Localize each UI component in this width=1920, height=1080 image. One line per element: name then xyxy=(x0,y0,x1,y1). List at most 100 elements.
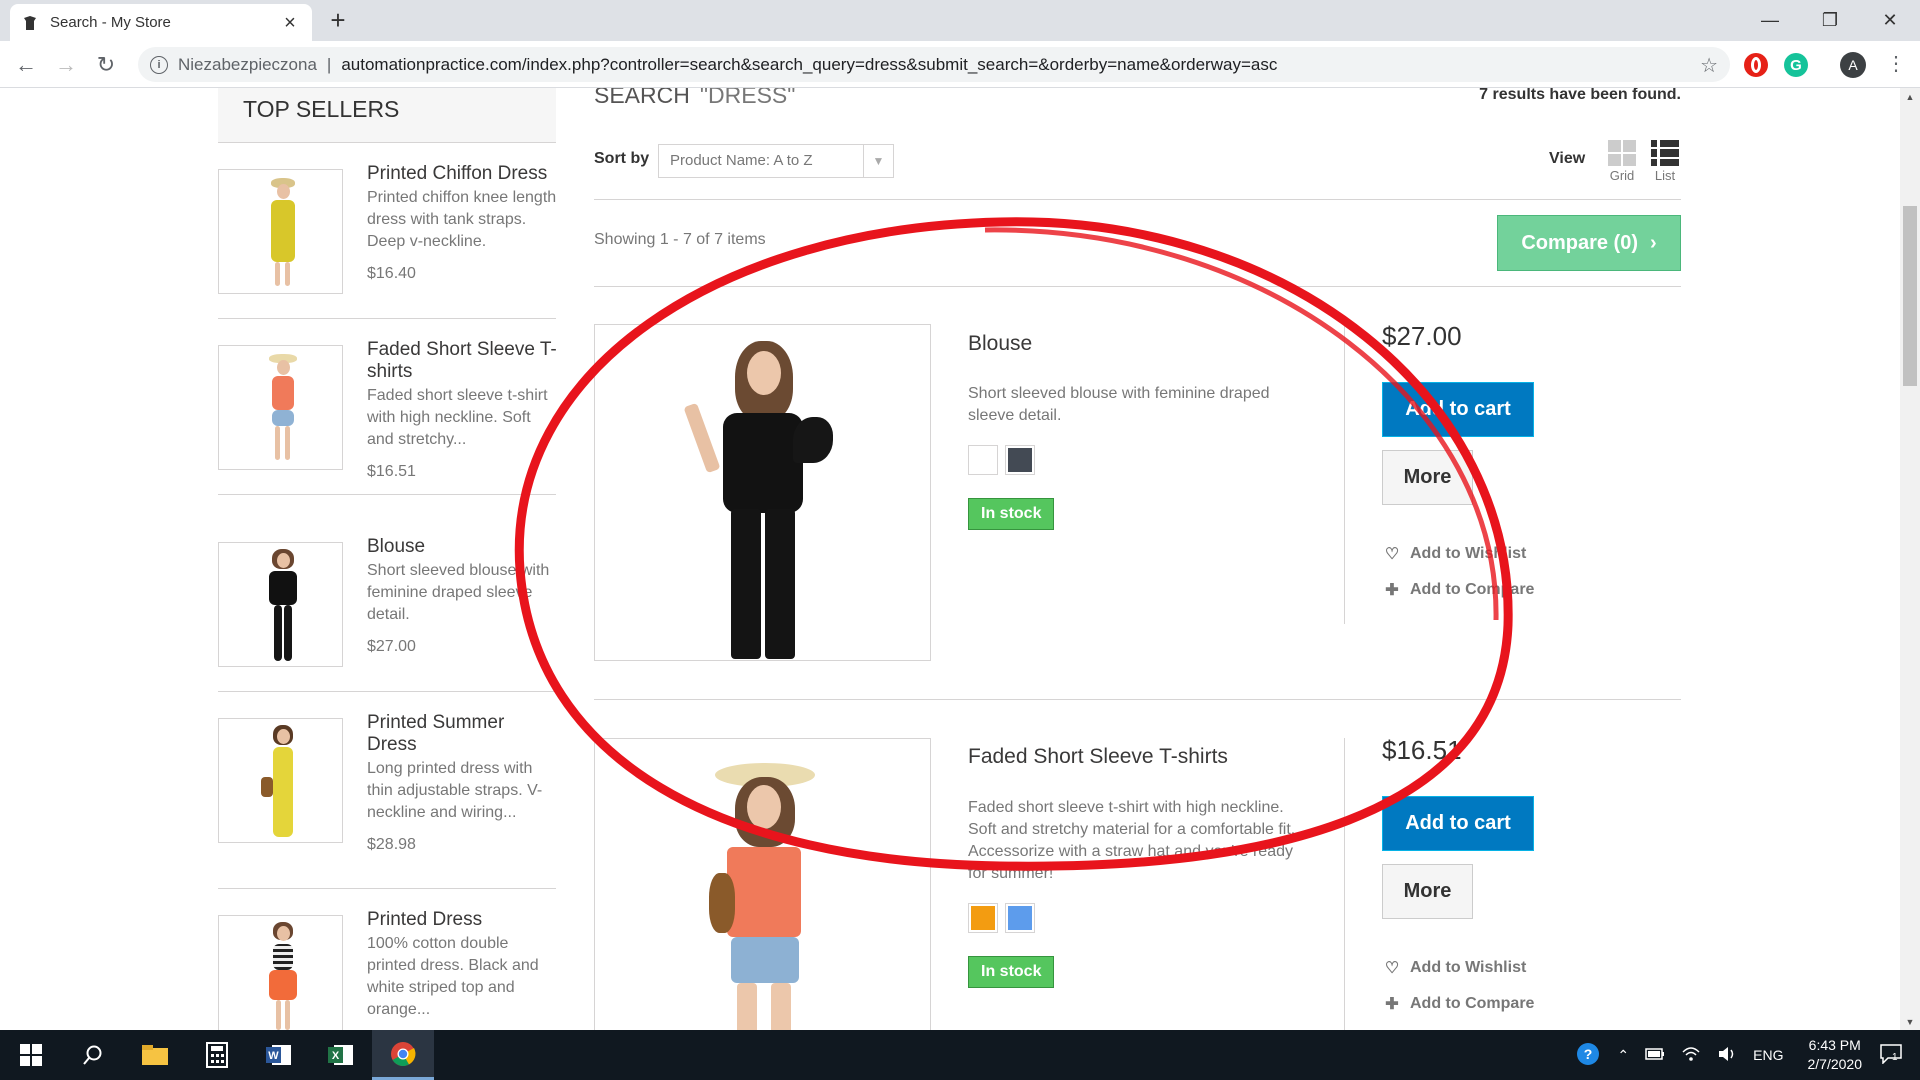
notifications-icon[interactable]: 1 xyxy=(1880,1043,1902,1067)
add-to-cart-button[interactable]: Add to cart xyxy=(1382,382,1534,437)
scroll-thumb[interactable] xyxy=(1903,206,1917,386)
add-to-wishlist-link[interactable]: ♡ Add to Wishlist xyxy=(1382,544,1526,564)
minimize-icon[interactable]: — xyxy=(1740,0,1800,41)
view-label: View xyxy=(1549,150,1586,167)
address-bar[interactable]: i Niezabezpieczona | automationpractice.… xyxy=(138,47,1730,82)
grammarly-extension-icon[interactable]: G xyxy=(1784,53,1808,77)
address-separator: | xyxy=(326,54,332,74)
top-seller-info: Faded Short Sleeve T-shirts Faded short … xyxy=(367,339,557,481)
top-seller-name[interactable]: Blouse xyxy=(367,536,557,558)
info-icon[interactable]: i xyxy=(150,55,168,74)
browser-tab[interactable]: Search - My Store × xyxy=(10,4,312,41)
divider xyxy=(1344,738,1345,1030)
product-thumbnail[interactable] xyxy=(218,915,343,1030)
calculator-icon[interactable] xyxy=(186,1030,248,1080)
top-seller-info: Printed Dress 100% cotton double printed… xyxy=(367,909,557,1021)
language-indicator[interactable]: ENG xyxy=(1753,1047,1783,1063)
window-controls: — ❐ ✕ xyxy=(1740,0,1920,41)
more-button[interactable]: More xyxy=(1382,864,1473,919)
notification-count: 1 xyxy=(1892,1051,1898,1063)
results-count: 7 results have been found. xyxy=(1479,88,1681,103)
product-thumbnail[interactable] xyxy=(218,169,343,294)
page-scrollbar[interactable]: ▲ ▼ xyxy=(1900,88,1920,1030)
add-to-compare-link[interactable]: ✚ Add to Compare xyxy=(1382,580,1534,600)
top-seller-name[interactable]: Printed Dress xyxy=(367,909,557,931)
compare-link-label: Add to Compare xyxy=(1410,995,1535,1012)
profile-avatar[interactable]: A xyxy=(1840,52,1866,78)
page-title: SEARCH "DRESS" xyxy=(594,88,795,109)
search-icon[interactable] xyxy=(62,1030,124,1080)
divider xyxy=(218,691,556,692)
top-seller-name[interactable]: Faded Short Sleeve T-shirts xyxy=(367,339,557,383)
divider xyxy=(218,494,556,495)
view-grid-label: Grid xyxy=(1609,168,1635,183)
list-icon xyxy=(1651,140,1679,167)
top-seller-name[interactable]: Printed Summer Dress xyxy=(367,712,557,756)
wishlist-label: Add to Wishlist xyxy=(1410,545,1527,562)
top-seller-info: Blouse Short sleeved blouse with feminin… xyxy=(367,536,557,656)
product-image[interactable] xyxy=(594,738,931,1030)
excel-icon[interactable]: X xyxy=(310,1030,372,1080)
divider xyxy=(594,199,1681,200)
product-name[interactable]: Faded Short Sleeve T-shirts xyxy=(968,745,1228,769)
top-seller-name[interactable]: Printed Chiffon Dress xyxy=(367,163,557,185)
sort-select[interactable]: Product Name: A to Z ▼ xyxy=(658,144,894,178)
top-sellers-title[interactable]: TOP SELLERS xyxy=(218,88,556,143)
add-to-cart-button[interactable]: Add to cart xyxy=(1382,796,1534,851)
view-list-button[interactable]: List xyxy=(1648,140,1682,183)
product-name[interactable]: Blouse xyxy=(968,332,1032,356)
reload-icon[interactable]: ↻ xyxy=(94,52,118,77)
browser-menu-icon[interactable]: ⋮ xyxy=(1886,54,1906,74)
windows-start-icon[interactable] xyxy=(0,1030,62,1080)
close-tab-icon[interactable]: × xyxy=(280,13,300,33)
clock-time: 6:43 PM xyxy=(1808,1037,1861,1053)
search-query: "DRESS" xyxy=(699,88,796,108)
clock[interactable]: 6:43 PM 2/7/2020 xyxy=(1808,1036,1863,1074)
chrome-icon[interactable] xyxy=(372,1030,434,1080)
color-swatch-orange[interactable] xyxy=(968,903,998,933)
battery-icon[interactable] xyxy=(1645,1047,1665,1063)
color-swatch-white[interactable] xyxy=(968,445,998,475)
color-swatch-blue[interactable] xyxy=(1005,903,1035,933)
add-to-compare-link[interactable]: ✚ Add to Compare xyxy=(1382,994,1534,1014)
scroll-down-icon[interactable]: ▼ xyxy=(1900,1013,1920,1030)
search-label: SEARCH xyxy=(594,88,690,108)
product-thumbnail[interactable] xyxy=(218,718,343,843)
view-grid-button[interactable]: Grid xyxy=(1605,140,1639,183)
forward-icon[interactable]: → xyxy=(54,52,78,77)
add-to-wishlist-link[interactable]: ♡ Add to Wishlist xyxy=(1382,958,1526,978)
page-content: TOP SELLERS Printed Chiffon Dress Printe… xyxy=(0,88,1900,1030)
word-icon[interactable]: W xyxy=(248,1030,310,1080)
product-description: Short sleeved blouse with feminine drape… xyxy=(968,385,1270,424)
view-list-label: List xyxy=(1654,168,1676,183)
help-icon[interactable]: ? xyxy=(1575,1041,1601,1070)
product-thumbnail[interactable] xyxy=(218,345,343,470)
color-swatch-dark[interactable] xyxy=(1005,445,1035,475)
chevron-down-icon[interactable]: ▼ xyxy=(863,145,893,177)
url-text[interactable]: automationpractice.com/index.php?control… xyxy=(341,55,1277,75)
new-tab-icon[interactable]: + xyxy=(326,7,350,33)
more-button[interactable]: More xyxy=(1382,450,1473,505)
product-thumbnail[interactable] xyxy=(218,542,343,667)
svg-text:X: X xyxy=(332,1050,340,1062)
scroll-up-icon[interactable]: ▲ xyxy=(1900,88,1920,105)
close-window-icon[interactable]: ✕ xyxy=(1860,0,1920,41)
compare-button[interactable]: Compare (0) › xyxy=(1497,215,1681,271)
top-seller-price: $16.40 xyxy=(367,265,416,282)
volume-icon[interactable] xyxy=(1717,1046,1737,1065)
top-seller-desc: 100% cotton double printed dress. Black … xyxy=(367,935,539,1018)
divider xyxy=(1344,324,1345,624)
bookmark-star-icon[interactable]: ☆ xyxy=(1700,53,1718,78)
sort-label: Sort by xyxy=(594,150,650,167)
compare-label: Compare (0) xyxy=(1521,231,1639,254)
opera-extension-icon[interactable] xyxy=(1744,53,1768,77)
chevron-up-icon[interactable]: ⌃ xyxy=(1617,1047,1629,1064)
back-icon[interactable]: ← xyxy=(14,52,38,77)
wifi-icon[interactable] xyxy=(1681,1046,1701,1065)
restore-icon[interactable]: ❐ xyxy=(1800,0,1860,41)
svg-text:W: W xyxy=(268,1050,279,1062)
tab-title: Search - My Store xyxy=(50,14,171,31)
product-image[interactable] xyxy=(594,324,931,661)
file-explorer-icon[interactable] xyxy=(124,1030,186,1080)
product-description: Faded short sleeve t-shirt with high nec… xyxy=(968,799,1296,882)
